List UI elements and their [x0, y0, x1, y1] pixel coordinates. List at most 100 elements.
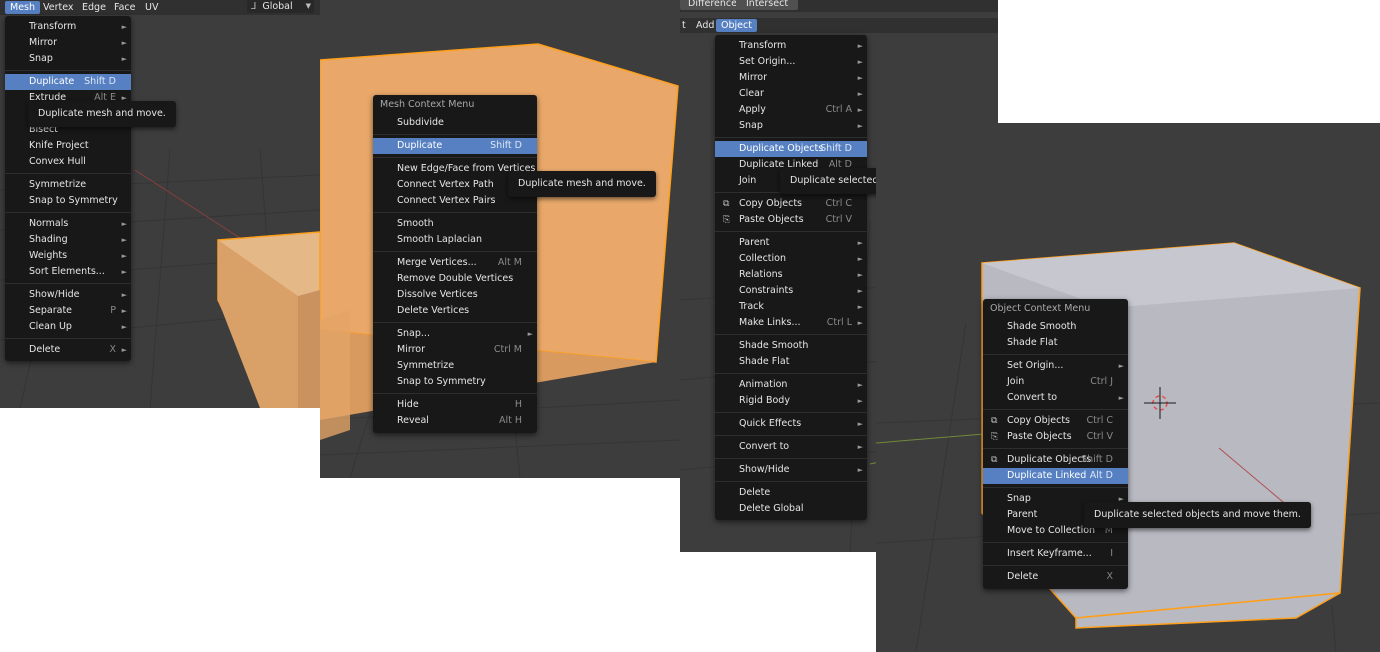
tooltip-duplicate-mesh-context: Duplicate mesh and move. — [508, 171, 656, 197]
menu-item-duplicate-objects[interactable]: Duplicate Objects Shift D — [715, 141, 867, 157]
header-tab-uv[interactable]: UV — [140, 1, 163, 14]
menu-item-mirror[interactable]: Mirror ► — [5, 35, 131, 51]
menu-item-delete[interactable]: Delete X — [983, 569, 1128, 585]
header-tab-edge[interactable]: Edge — [77, 1, 111, 14]
menu-item-merge-vertices[interactable]: Merge Vertices... Alt M — [373, 255, 537, 271]
menu-item-rigid-body[interactable]: Rigid Body ► — [715, 393, 867, 409]
menu-item-show-hide[interactable]: Show/Hide ► — [715, 462, 867, 478]
menu-item-mirror[interactable]: Mirror ► — [715, 70, 867, 86]
menu-item-copy-objects[interactable]: ⧉ Copy Objects Ctrl C — [983, 413, 1128, 429]
menu-item-label: Constraints — [739, 285, 794, 296]
menu-item-relations[interactable]: Relations ► — [715, 267, 867, 283]
menu-item-transform[interactable]: Transform ► — [715, 38, 867, 54]
menu-item-snap-to-symmetry[interactable]: Snap to Symmetry — [373, 374, 537, 390]
menu-item-delete[interactable]: Delete X ► — [5, 342, 131, 358]
menu-item-set-origin[interactable]: Set Origin... ► — [983, 358, 1128, 374]
menu-item-paste-objects[interactable]: ⎘ Paste Objects Ctrl V — [715, 212, 867, 228]
menu-item-snap[interactable]: Snap ► — [5, 51, 131, 67]
menu-separator — [373, 212, 537, 213]
viewport-panel-mesh-menu: Mesh Vertex Edge Face UV ⅃ Global ▼ Tran… — [0, 0, 320, 408]
menu-item-convert-to[interactable]: Convert to ► — [715, 439, 867, 455]
menu-item-label: Mirror — [397, 344, 425, 355]
menu-item-parent[interactable]: Parent ► — [715, 235, 867, 251]
menu-item-shading[interactable]: Shading ► — [5, 232, 131, 248]
header-tab-object[interactable]: Object — [716, 19, 757, 32]
shortcut-label: Shift D — [1081, 454, 1113, 465]
menu-item-symmetrize[interactable]: Symmetrize — [373, 358, 537, 374]
menu-item-label: Join — [1007, 376, 1025, 387]
shortcut-label: Ctrl C — [825, 198, 852, 209]
menu-item-clear[interactable]: Clear ► — [715, 86, 867, 102]
menu-item-quick-effects[interactable]: Quick Effects ► — [715, 416, 867, 432]
menu-item-track[interactable]: Track ► — [715, 299, 867, 315]
shortcut-label: X — [1106, 571, 1113, 582]
menu-item-weights[interactable]: Weights ► — [5, 248, 131, 264]
menu-item-duplicate-objects[interactable]: ⧉ Duplicate Objects Shift D — [983, 452, 1128, 468]
shortcut-label: Ctrl V — [1086, 431, 1113, 442]
header-tab-vertex[interactable]: Vertex — [38, 1, 79, 14]
transform-orientation-dropdown[interactable]: ⅃ Global ▼ — [247, 0, 314, 13]
menu-item-snap[interactable]: Snap ► — [715, 118, 867, 134]
menu-item-shade-smooth[interactable]: Shade Smooth — [715, 338, 867, 354]
menu-item-subdivide[interactable]: Subdivide — [373, 115, 537, 131]
header-tab-face[interactable]: Face — [109, 1, 140, 14]
menu-item-duplicate[interactable]: Duplicate Shift D — [5, 74, 131, 90]
tooltip-duplicate-linked: Duplicate selected objects and move them… — [1084, 502, 1311, 528]
menu-item-remove-double-vertices[interactable]: Remove Double Vertices — [373, 271, 537, 287]
menu-item-set-origin[interactable]: Set Origin... ► — [715, 54, 867, 70]
menu-item-convert-to[interactable]: Convert to ► — [983, 390, 1128, 406]
menu-item-animation[interactable]: Animation ► — [715, 377, 867, 393]
menu-item-smooth-laplacian[interactable]: Smooth Laplacian — [373, 232, 537, 248]
menu-item-show-hide[interactable]: Show/Hide ► — [5, 287, 131, 303]
menu-item-shade-smooth[interactable]: Shade Smooth — [983, 319, 1128, 335]
menu-item-clean-up[interactable]: Clean Up ► — [5, 319, 131, 335]
menu-item-snap[interactable]: Snap... ► — [373, 326, 537, 342]
menu-item-smooth[interactable]: Smooth — [373, 216, 537, 232]
mesh-context-menu: Mesh Context Menu Subdivide Duplicate Shif… — [373, 95, 537, 433]
menu-item-insert-keyframe[interactable]: Insert Keyframe... I — [983, 546, 1128, 562]
menu-item-reveal[interactable]: Reveal Alt H — [373, 413, 537, 429]
header-tab-select[interactable]: t — [680, 19, 691, 32]
menu-item-dissolve-vertices[interactable]: Dissolve Vertices — [373, 287, 537, 303]
menu-item-label: Symmetrize — [29, 179, 87, 190]
menu-item-collection[interactable]: Collection ► — [715, 251, 867, 267]
menu-item-transform[interactable]: Transform ► — [5, 19, 131, 35]
intersect-button[interactable]: Intersect — [736, 0, 799, 10]
menu-item-apply[interactable]: Apply Ctrl A ► — [715, 102, 867, 118]
submenu-arrow-icon: ► — [857, 443, 863, 451]
menu-item-mirror[interactable]: Mirror Ctrl M — [373, 342, 537, 358]
menu-item-symmetrize[interactable]: Symmetrize — [5, 177, 131, 193]
menu-item-snap-to-symmetry[interactable]: Snap to Symmetry — [5, 193, 131, 209]
menu-item-label: Shade Smooth — [739, 340, 809, 351]
copy-icon: ⎘ — [723, 215, 731, 225]
menu-item-label: Move to Collection — [1007, 525, 1096, 536]
menu-item-sort-elements[interactable]: Sort Elements... ► — [5, 264, 131, 280]
menu-item-paste-objects[interactable]: ⎘ Paste Objects Ctrl V — [983, 429, 1128, 445]
menu-item-shade-flat[interactable]: Shade Flat — [983, 335, 1128, 351]
menu-item-shade-flat[interactable]: Shade Flat — [715, 354, 867, 370]
menu-item-convex-hull[interactable]: Convex Hull — [5, 154, 131, 170]
menu-item-separate[interactable]: Separate P ► — [5, 303, 131, 319]
menu-item-delete-vertices[interactable]: Delete Vertices — [373, 303, 537, 319]
submenu-arrow-icon: ► — [121, 252, 127, 260]
menu-item-constraints[interactable]: Constraints ► — [715, 283, 867, 299]
menu-item-label: Snap — [1007, 493, 1031, 504]
menu-item-duplicate[interactable]: Duplicate Shift D — [373, 138, 537, 154]
submenu-arrow-icon: ► — [121, 23, 127, 31]
menu-item-duplicate-linked[interactable]: Duplicate Linked Alt D — [983, 468, 1128, 484]
menu-item-make-links[interactable]: Make Links... Ctrl L ► — [715, 315, 867, 331]
menu-item-copy-objects[interactable]: ⧉ Copy Objects Ctrl C — [715, 196, 867, 212]
shortcut-label: Ctrl A — [825, 104, 852, 115]
menu-item-label: Snap — [739, 120, 763, 131]
viewport-panel-object-context-menu: Object Context Menu Shade Smooth Shade Fl… — [876, 123, 1380, 652]
menu-item-join[interactable]: Join Ctrl J — [983, 374, 1128, 390]
menu-item-delete-global[interactable]: Delete Global — [715, 501, 867, 517]
menu-item-normals[interactable]: Normals ► — [5, 216, 131, 232]
menu-item-delete[interactable]: Delete — [715, 485, 867, 501]
header-tab-mesh[interactable]: Mesh — [5, 1, 41, 14]
copy-icon: ⧉ — [723, 199, 730, 209]
menu-item-knife-project[interactable]: Knife Project — [5, 138, 131, 154]
menu-item-label: Delete Global — [739, 503, 804, 514]
menu-item-hide[interactable]: Hide H — [373, 397, 537, 413]
menu-item-label: Snap to Symmetry — [397, 376, 486, 387]
